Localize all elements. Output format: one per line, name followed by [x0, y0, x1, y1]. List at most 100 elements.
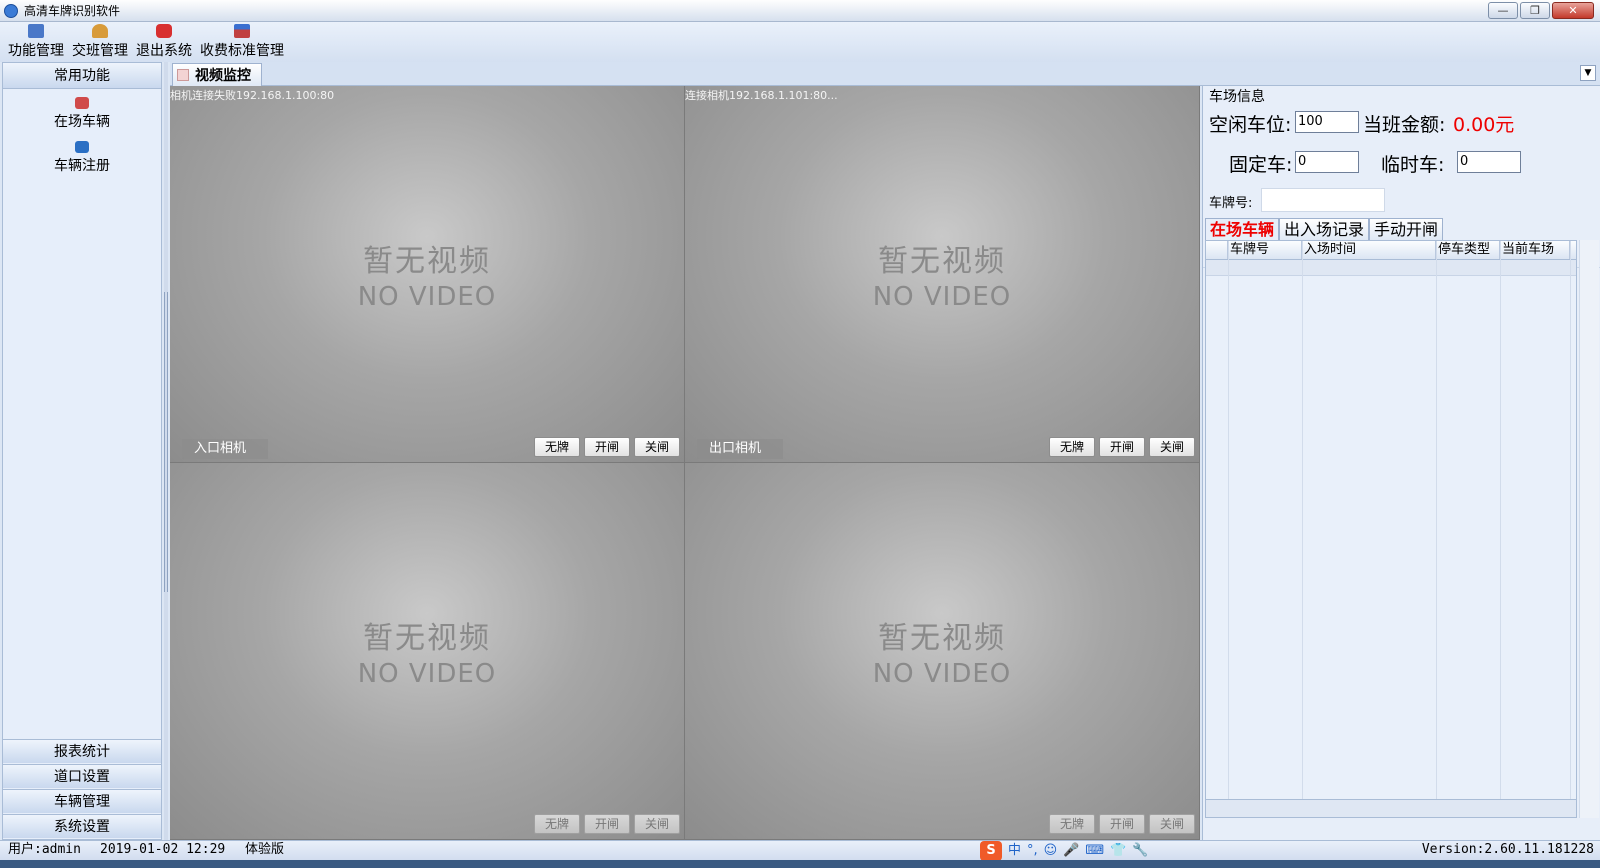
ime-voice-icon[interactable]: 🎤	[1063, 842, 1079, 860]
fee-icon	[234, 24, 250, 38]
video-tab-icon	[177, 69, 189, 81]
sidebar-item-vehicles-in-lot[interactable]: 在场车辆	[54, 111, 110, 131]
car-icon[interactable]	[75, 97, 89, 109]
right-tabs: 在场车辆 出入场记录 手动开闸	[1205, 218, 1444, 240]
os-taskbar	[0, 860, 1600, 868]
no-video-en: NO VIDEO	[872, 282, 1012, 312]
ime-skin-icon[interactable]: 👕	[1110, 842, 1126, 860]
temp-vehicles-field[interactable]: 0	[1457, 151, 1521, 173]
table-row[interactable]	[1206, 260, 1576, 276]
status-bar: 用户:admin 2019-01-02 12:29 体验版 S 中 °, ☺ 🎤…	[0, 840, 1600, 861]
center-tab-bar: 视频监控 ▼	[170, 62, 1600, 86]
right-panel: 空闲车位: 100 当班金额: 0.00元 固定车: 0 临时车: 0 车场信息…	[1202, 86, 1600, 840]
no-video-cn: 暂无视频	[878, 621, 1006, 656]
status-edition: 体验版	[245, 842, 285, 857]
video-panel-entrance[interactable]: 相机连接失败192.168.1.100:80 暂无视频 NO VIDEO 入口相…	[170, 86, 685, 463]
close-gate-button[interactable]: 关闸	[1149, 437, 1195, 457]
temp-vehicles-label: 临时车:	[1381, 154, 1445, 176]
left-sidebar: 常用功能 在场车辆 车辆注册 报表统计 道口设置 车辆管理 系统设置	[2, 62, 162, 840]
sidebar-item-vehicle-registration[interactable]: 车辆注册	[54, 155, 110, 175]
tab-dropdown-button[interactable]: ▼	[1580, 65, 1596, 81]
menu-shift-management[interactable]: 交班管理	[72, 22, 128, 62]
ime-punctuation-icon[interactable]: °,	[1027, 842, 1038, 860]
free-spaces-field[interactable]: 100	[1295, 111, 1359, 133]
menu-label: 退出系统	[136, 43, 192, 59]
tab-video-monitor[interactable]: 视频监控	[172, 63, 262, 86]
table-grid-lines	[1206, 241, 1576, 817]
free-spaces-label: 空闲车位:	[1209, 114, 1292, 136]
no-video-cn: 暂无视频	[363, 621, 491, 656]
table-header: 车牌号 入场时间 停车类型 当前车场	[1206, 241, 1576, 260]
no-video-en: NO VIDEO	[357, 282, 497, 312]
sidebar-splitter[interactable]	[164, 62, 168, 840]
fixed-vehicles-field[interactable]: 0	[1295, 151, 1359, 173]
shift-amount-label: 当班金额:	[1363, 114, 1446, 136]
camera-name: 入口相机	[182, 439, 268, 459]
menu-label: 收费标准管理	[200, 43, 284, 59]
no-video-placeholder: 暂无视频 NO VIDEO	[170, 613, 684, 689]
close-button[interactable]: ✕	[1552, 2, 1594, 19]
power-icon	[156, 24, 172, 38]
no-video-placeholder: 暂无视频 NO VIDEO	[685, 613, 1199, 689]
ime-mode-icon[interactable]: 中	[1008, 842, 1021, 860]
ime-tools-icon[interactable]: 🔧	[1132, 842, 1148, 860]
sogou-logo-icon[interactable]: S	[980, 841, 1002, 861]
car-register-icon[interactable]	[75, 141, 89, 153]
status-version: Version:2.60.11.181228	[1421, 842, 1594, 857]
user-icon	[92, 24, 108, 38]
row-header-column	[1206, 241, 1228, 259]
app-icon	[4, 3, 18, 18]
vehicles-table[interactable]: 车牌号 入场时间 停车类型 当前车场	[1205, 240, 1577, 818]
no-plate-button[interactable]: 无牌	[1049, 437, 1095, 457]
video-panel-4[interactable]: 暂无视频 NO VIDEO 无牌 开闸 关闸	[685, 463, 1200, 840]
column-entry-time[interactable]: 入场时间	[1302, 241, 1436, 259]
no-plate-button[interactable]: 无牌	[1049, 814, 1095, 834]
camera-buttons: 无牌 开闸 关闸	[1049, 814, 1195, 834]
tab-label: 视频监控	[195, 68, 251, 84]
no-video-cn: 暂无视频	[878, 244, 1006, 279]
tab-vehicles-in-lot[interactable]: 在场车辆	[1205, 218, 1280, 240]
close-gate-button[interactable]: 关闸	[634, 814, 680, 834]
video-panel-exit[interactable]: 连接相机192.168.1.101:80... 暂无视频 NO VIDEO 出口…	[685, 86, 1200, 463]
table-footer	[1206, 799, 1576, 817]
column-current-lot[interactable]: 当前车场	[1500, 241, 1570, 259]
close-gate-button[interactable]: 关闸	[634, 437, 680, 457]
sidebar-item-reports[interactable]: 报表统计	[3, 739, 161, 763]
open-gate-button[interactable]: 开闸	[584, 814, 630, 834]
no-plate-button[interactable]: 无牌	[534, 814, 580, 834]
ime-toolbar: S 中 °, ☺ 🎤 ⌨ 👕 🔧	[980, 841, 1149, 861]
menu-function-management[interactable]: 功能管理	[8, 22, 64, 62]
sidebar-header[interactable]: 常用功能	[3, 63, 161, 89]
minimize-button[interactable]: —	[1488, 2, 1518, 19]
tab-manual-gate-open[interactable]: 手动开闸	[1369, 218, 1444, 240]
app-window: { "window": { "title": "高清车牌识别软件", "mini…	[0, 0, 1600, 868]
sidebar-bottom-group: 报表统计 道口设置 车辆管理 系统设置	[3, 739, 161, 839]
sidebar-item-system-settings[interactable]: 系统设置	[3, 814, 161, 838]
window-title: 高清车牌识别软件	[24, 4, 121, 18]
menu-label: 交班管理	[72, 43, 128, 59]
ime-keyboard-icon[interactable]: ⌨	[1085, 842, 1104, 860]
shift-amount-value: 0.00元	[1453, 114, 1515, 136]
sidebar-item-gate-settings[interactable]: 道口设置	[3, 764, 161, 788]
status-time: 2019-01-02 12:29	[100, 842, 226, 857]
menu-fee-standard[interactable]: 收费标准管理	[200, 22, 284, 62]
open-gate-button[interactable]: 开闸	[584, 437, 630, 457]
camera-buttons: 无牌 开闸 关闸	[534, 437, 680, 457]
ime-emoji-icon[interactable]: ☺	[1044, 842, 1058, 860]
no-plate-button[interactable]: 无牌	[534, 437, 580, 457]
video-panel-3[interactable]: 暂无视频 NO VIDEO 无牌 开闸 关闸	[170, 463, 685, 840]
open-gate-button[interactable]: 开闸	[1099, 814, 1145, 834]
sidebar-item-vehicle-management[interactable]: 车辆管理	[3, 789, 161, 813]
video-grid: 相机连接失败192.168.1.100:80 暂无视频 NO VIDEO 入口相…	[170, 86, 1200, 840]
restore-button[interactable]: ❐	[1520, 2, 1550, 19]
column-parking-type[interactable]: 停车类型	[1436, 241, 1500, 259]
tab-entry-exit-records[interactable]: 出入场记录	[1279, 218, 1370, 240]
function-icon	[28, 24, 44, 38]
menu-exit-system[interactable]: 退出系统	[136, 22, 192, 62]
splitter-grip[interactable]	[164, 292, 168, 592]
open-gate-button[interactable]: 开闸	[1099, 437, 1145, 457]
column-plate-number[interactable]: 车牌号	[1228, 241, 1302, 259]
plate-number-input[interactable]	[1261, 188, 1385, 212]
right-panel-scrollbar[interactable]	[1579, 240, 1599, 818]
close-gate-button[interactable]: 关闸	[1149, 814, 1195, 834]
